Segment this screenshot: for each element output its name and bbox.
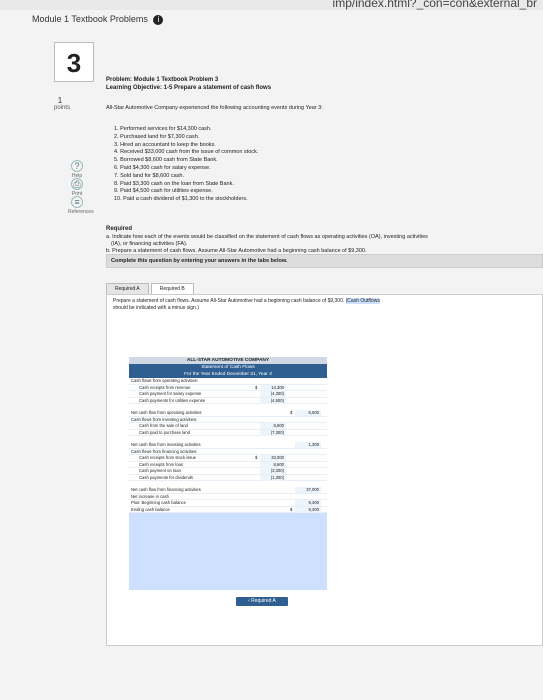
back-to-required-a-button[interactable]: ‹ Required A (236, 597, 288, 606)
row-label[interactable]: Net cash flow from operating activities (131, 410, 202, 416)
event-item: 9. Paid $4,500 cash for utilities expens… (114, 188, 213, 195)
row-label[interactable]: Cash flows from financing activities: (131, 449, 197, 455)
references-icon: ≡ (71, 196, 83, 208)
row-label[interactable]: Ending cash balance (131, 507, 170, 513)
points-indicator: 1 points (54, 96, 70, 111)
row-label[interactable]: Cash payment on loan (139, 468, 181, 474)
required-b-panel: Prepare a statement of cash flows. Assum… (106, 294, 543, 646)
print-button[interactable]: ⎙ Print (68, 178, 86, 197)
row-label[interactable]: Net cash flow from investing activities (131, 442, 201, 448)
amount-input[interactable]: (7,300) (260, 429, 286, 436)
total-input[interactable]: 1,300 (295, 442, 321, 448)
problem-title: Problem: Module 1 Textbook Problem 3 (106, 77, 219, 83)
amount-input[interactable]: 33,000 (260, 455, 286, 461)
row-label[interactable]: Cash payment for salary expense (139, 391, 201, 397)
help-icon: ? (71, 160, 83, 172)
total-input[interactable]: 9,300 (295, 506, 321, 513)
row-label[interactable]: Cash receipts from loan (139, 462, 183, 468)
instruction-text: Prepare a statement of cash flows. Assum… (113, 298, 346, 304)
print-icon: ⎙ (71, 178, 83, 190)
problem-intro: All-Star Automotive Company experienced … (106, 105, 323, 111)
amount-input[interactable]: 8,600 (260, 461, 286, 468)
row-label[interactable]: Cash paid to purchase land (139, 430, 190, 436)
amount-input[interactable]: (4,300) (260, 391, 286, 397)
event-list: 1. Performed services for $14,300 cash. … (114, 126, 258, 204)
event-item: 3. Hired an accountant to keep the books… (114, 141, 216, 148)
event-item: 5. Borrowed $8,600 cash from State Bank. (114, 157, 218, 164)
chevron-left-icon: ‹ (248, 598, 250, 604)
event-item: 2. Purchased land for $7,300 cash. (114, 133, 200, 140)
event-item: 7. Sold land for $8,600 cash. (114, 172, 185, 179)
row-label[interactable]: Cash flows from investing activities: (131, 417, 197, 423)
total-input[interactable]: 5,500 (295, 410, 321, 416)
statement-title: Statement of Cash Flows (129, 364, 327, 371)
help-button[interactable]: ? Help (68, 160, 86, 179)
row-label[interactable]: Cash receipts from revenue (139, 385, 190, 391)
required-heading: Required (106, 226, 133, 232)
event-item: 6. Paid $4,300 cash for salary expense. (114, 164, 211, 171)
currency-symbol: $ (255, 455, 258, 460)
currency-symbol: $ (290, 410, 293, 415)
total-input[interactable]: 9,300 (295, 500, 321, 506)
question-number: 3 (54, 42, 94, 82)
instruction-text-2: should be indicated with a minus sign.) (113, 304, 199, 311)
row-label[interactable]: Cash payments for utilities expense (139, 398, 205, 404)
points-label: points (54, 105, 71, 111)
row-label[interactable]: Cash from the sale of land (139, 423, 188, 429)
amount-input[interactable]: 14,300 (260, 384, 286, 391)
required-a-line1: a. Indicate how each of the events would… (106, 234, 428, 240)
event-item: 10. Paid a cash dividend of $1,300 to th… (114, 196, 248, 203)
total-input[interactable]: 37,000 (295, 487, 321, 493)
row-label[interactable]: Net increase in cash (131, 494, 169, 500)
panel-instruction: Prepare a statement of cash flows. Assum… (113, 298, 538, 311)
currency-symbol: $ (255, 384, 258, 390)
amount-input[interactable]: (4,500) (260, 397, 286, 404)
instruction-highlight: (Cash Outflows (345, 298, 380, 304)
points-value: 1 (57, 96, 63, 105)
event-item: 1. Performed services for $14,300 cash. (114, 126, 212, 132)
event-item: 8. Paid $3,300 cash on the loan from Sta… (114, 180, 234, 187)
statement-row: Ending cash balance $9,300 (129, 506, 327, 513)
row-label[interactable]: Net cash flow from financing activities (131, 487, 201, 493)
question-content: Problem: Module 1 Textbook Problem 3 Lea… (106, 0, 543, 700)
required-a-line2: (IA), or financing activities (FA). (111, 241, 188, 247)
row-label[interactable]: Plus: Beginning cash balance (131, 500, 186, 506)
event-item: 4. Received $33,000 cash from the issue … (114, 149, 259, 156)
statement-company: ALL-STAR AUTOMOTIVE COMPANY (129, 357, 327, 364)
currency-symbol: $ (290, 506, 293, 512)
amount-input[interactable]: (3,300) (260, 468, 286, 474)
row-label[interactable]: Cash receipts from stock issue (139, 455, 196, 461)
row-label[interactable]: Cash flows from operating activities: (131, 378, 198, 384)
amount-input[interactable]: (1,300) (260, 474, 286, 481)
cash-flow-statement: ALL-STAR AUTOMOTIVE COMPANY Statement of… (129, 357, 327, 590)
row-label[interactable]: Cash payments for dividends (139, 475, 193, 481)
back-button-label: Required A (251, 598, 276, 604)
instructions-bar: Complete this question by entering your … (106, 254, 543, 268)
statement-period: For the Year Ended December 31, Year 3 (129, 371, 327, 378)
references-button[interactable]: ≡ References (68, 196, 94, 215)
amount-input[interactable]: 8,600 (260, 423, 286, 429)
learning-objective: Learning Objective: 1-5 Prepare a statem… (106, 85, 272, 91)
statement-rows: Cash flows from operating activities: Cas… (129, 378, 327, 513)
references-label: References (68, 209, 94, 215)
